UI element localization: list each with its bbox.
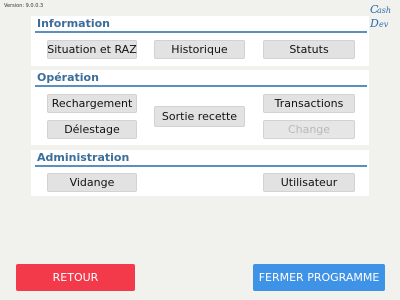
section-administration: Administration Vidange Utilisateur <box>31 150 369 196</box>
section-title-administration: Administration <box>37 151 130 164</box>
logo-text-top: ash <box>377 6 391 15</box>
historique-button[interactable]: Historique <box>154 40 245 59</box>
sortie-recette-button[interactable]: Sortie recette <box>154 106 245 127</box>
section-title-operation: Opération <box>37 71 99 84</box>
statuts-button[interactable]: Statuts <box>263 40 355 59</box>
change-button[interactable]: Change <box>263 120 355 139</box>
vidange-button[interactable]: Vidange <box>47 173 137 192</box>
logo-text-bottom: ev <box>379 20 389 29</box>
section-divider <box>35 165 367 167</box>
situation-raz-button[interactable]: Situation et RAZ <box>47 40 137 59</box>
section-divider <box>35 85 367 87</box>
section-divider <box>35 31 367 33</box>
version-label: Version: 9.0.0.3 <box>4 3 44 9</box>
svg-text:D: D <box>370 17 379 30</box>
section-title-information: Information <box>37 17 110 30</box>
cashdev-logo: C ash D ev <box>370 3 391 30</box>
utilisateur-button[interactable]: Utilisateur <box>263 173 355 192</box>
fermer-programme-button[interactable]: FERMER PROGRAMME <box>253 264 385 291</box>
delestage-button[interactable]: Délestage <box>47 120 137 139</box>
section-operation: Opération Rechargement Délestage Sortie … <box>31 70 369 145</box>
section-information: Information Situation et RAZ Historique … <box>31 16 369 66</box>
rechargement-button[interactable]: Rechargement <box>47 94 137 113</box>
retour-button[interactable]: RETOUR <box>16 264 135 291</box>
transactions-button[interactable]: Transactions <box>263 94 355 113</box>
